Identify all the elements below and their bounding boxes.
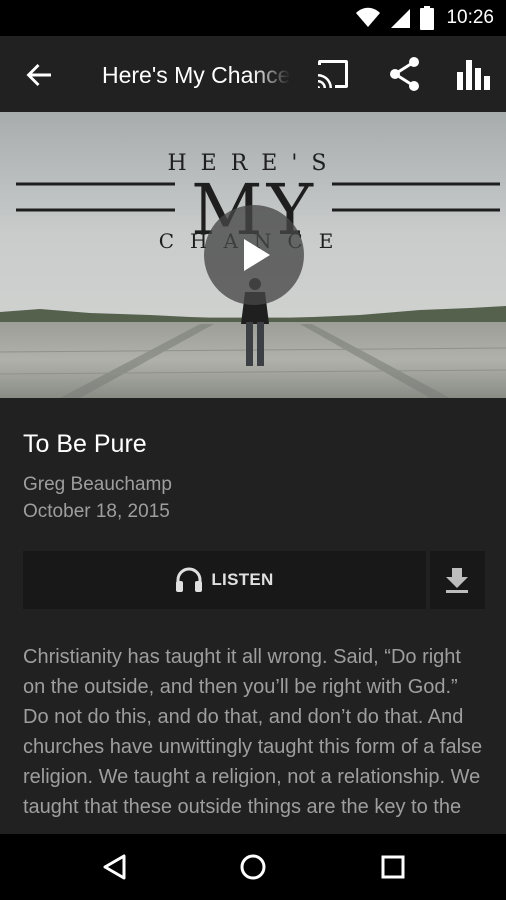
battery-icon	[420, 6, 435, 30]
download-button[interactable]	[430, 551, 485, 609]
cast-icon[interactable]	[314, 56, 350, 92]
sermon-title: To Be Pure	[23, 430, 147, 458]
page-title: Here's My Chance	[102, 62, 290, 88]
app-bar: Here's My Chance	[0, 36, 506, 112]
play-button[interactable]	[204, 205, 304, 305]
listen-label: LISTEN	[211, 570, 274, 589]
status-time: 10:26	[446, 7, 494, 28]
listen-button[interactable]: LISTEN	[23, 551, 426, 609]
speaker-name: Greg Beauchamp	[23, 474, 172, 495]
sermon-date: October 18, 2015	[23, 501, 170, 522]
status-bar: 10:26	[0, 0, 506, 36]
headphones-icon	[176, 567, 203, 592]
cell-signal-icon	[391, 9, 411, 28]
share-icon[interactable]	[387, 56, 423, 92]
back-arrow-icon[interactable]	[24, 60, 54, 90]
equalizer-icon[interactable]	[455, 56, 491, 92]
play-icon	[244, 239, 270, 271]
sermon-description: Christianity has taught it all wrong. Sa…	[23, 646, 483, 818]
recents-nav-icon[interactable]	[378, 852, 408, 882]
download-icon	[446, 568, 468, 593]
home-nav-icon[interactable]	[238, 852, 268, 882]
wifi-icon	[356, 7, 381, 27]
back-nav-icon[interactable]	[100, 852, 130, 882]
sermon-artwork: HERE'S MY CHANCE	[0, 112, 506, 398]
system-nav-bar	[0, 834, 506, 900]
